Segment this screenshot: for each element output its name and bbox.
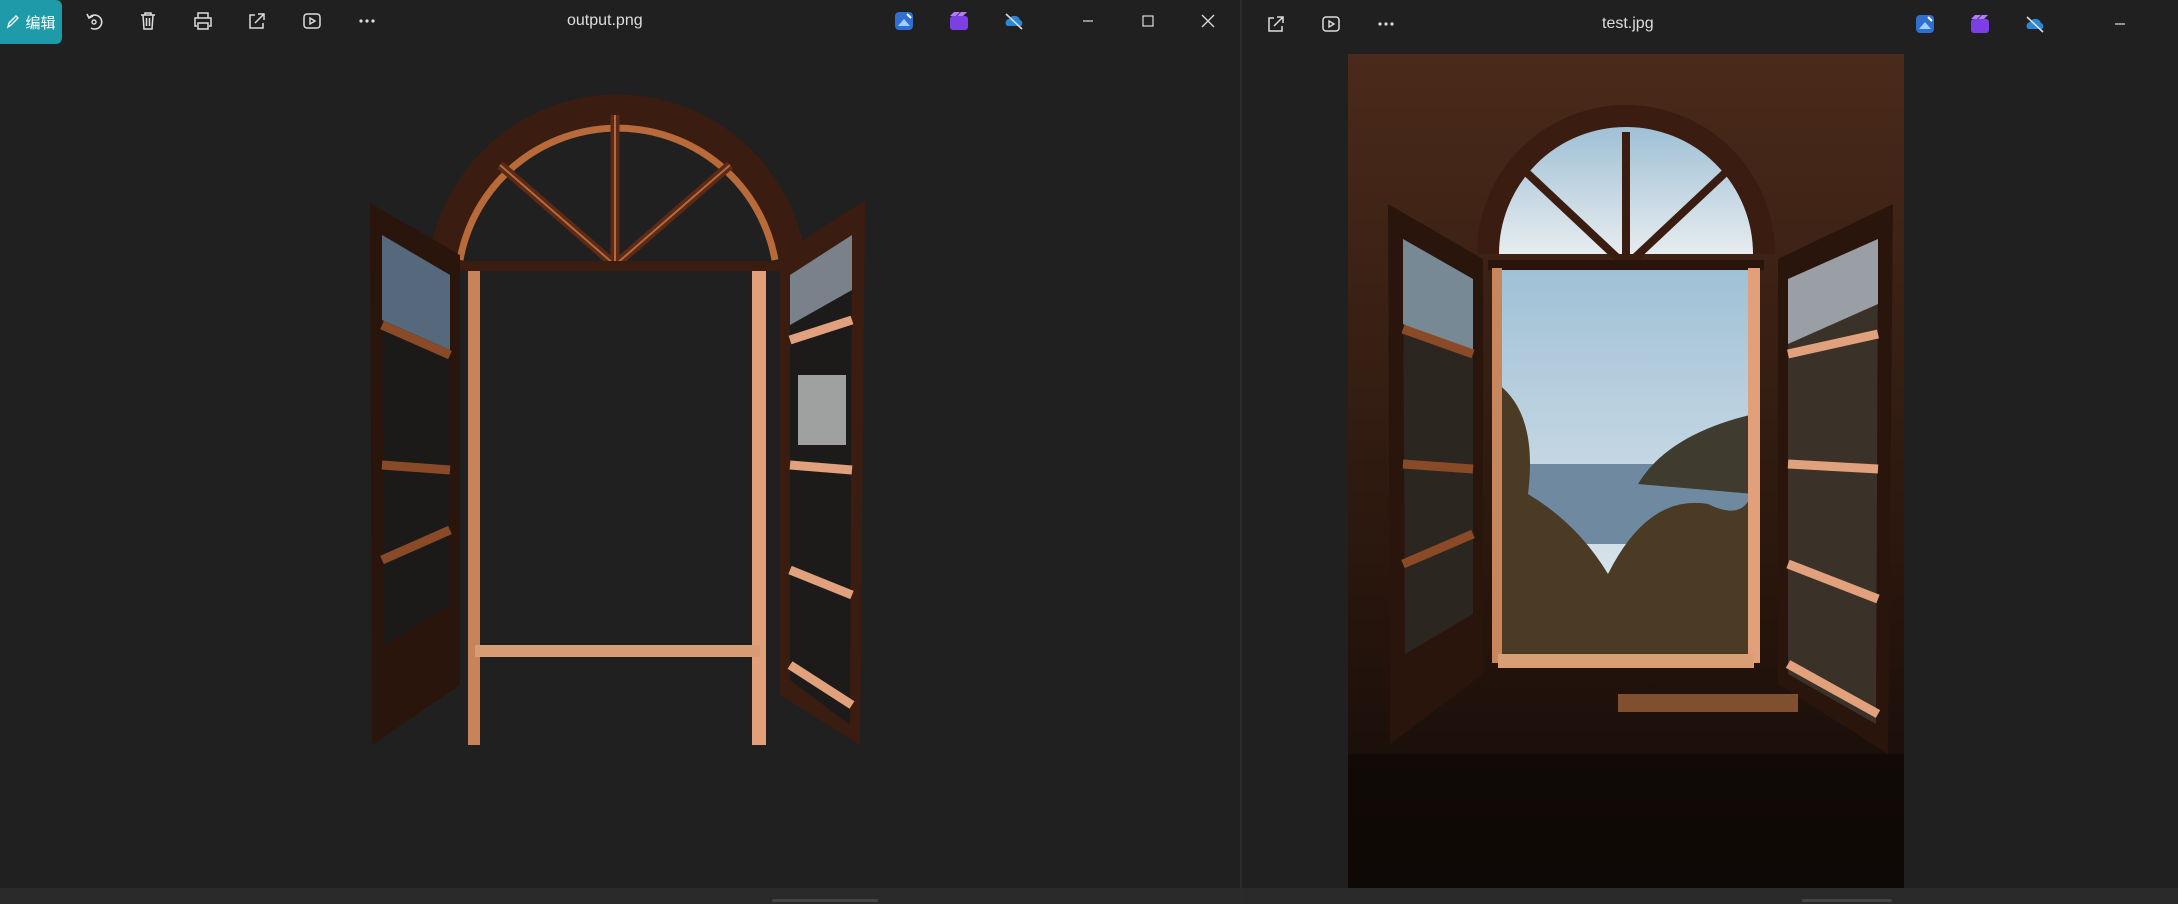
clipchamp-app-button[interactable]	[1965, 9, 1995, 39]
photos-window-test: test.jpg	[1242, 0, 2178, 904]
photo-editor-icon	[895, 12, 913, 30]
toolbar: 编辑 output.png	[0, 0, 1240, 44]
onedrive-app-button[interactable]	[2020, 9, 2050, 39]
rotate-button[interactable]	[76, 3, 112, 39]
print-button[interactable]	[185, 3, 221, 39]
edit-icon	[7, 15, 20, 29]
more-icon	[359, 19, 375, 23]
close-icon	[1201, 14, 1215, 28]
filmstrip-scroll-thumb[interactable]	[772, 899, 878, 902]
share-button[interactable]	[239, 3, 275, 39]
test-image	[1348, 54, 1904, 890]
print-icon	[194, 12, 212, 30]
maximize-icon	[1142, 15, 1154, 27]
minimize-icon	[1083, 20, 1093, 22]
photo-editor-icon	[1916, 15, 1934, 33]
window-photo-graphic	[1348, 54, 1904, 890]
more-button[interactable]	[1368, 6, 1404, 42]
minimize-button[interactable]	[2102, 6, 2138, 42]
maximize-button[interactable]	[1130, 3, 1166, 39]
status-strip	[1242, 888, 2178, 904]
onedrive-app-button[interactable]	[999, 6, 1029, 36]
slideshow-icon	[303, 13, 321, 29]
edit-button-label: 编辑	[25, 14, 56, 32]
clipchamp-icon	[1971, 15, 1989, 33]
clipchamp-app-button[interactable]	[944, 6, 974, 36]
onedrive-off-icon	[1005, 13, 1023, 30]
photos-window-output: 编辑 output.png	[0, 0, 1240, 904]
filmstrip-scroll-thumb[interactable]	[1802, 899, 1892, 902]
share-button[interactable]	[1258, 6, 1294, 42]
share-icon	[1268, 16, 1284, 32]
window-title: output.png	[567, 12, 643, 29]
slideshow-icon	[1322, 16, 1340, 32]
output-image	[360, 85, 880, 745]
share-icon	[249, 13, 265, 29]
rotate-icon	[86, 13, 103, 30]
delete-icon	[141, 12, 155, 30]
photo-editor-app-button[interactable]	[889, 6, 919, 36]
edit-button[interactable]: 编辑	[0, 0, 62, 44]
onedrive-off-icon	[2026, 16, 2044, 33]
slideshow-button[interactable]	[1313, 6, 1349, 42]
delete-button[interactable]	[130, 3, 166, 39]
minimize-icon	[2115, 23, 2125, 25]
clipchamp-icon	[950, 12, 968, 30]
status-strip	[0, 888, 1240, 904]
photo-editor-app-button[interactable]	[1910, 9, 1940, 39]
window-title: test.jpg	[1602, 15, 1654, 32]
more-button[interactable]	[349, 3, 385, 39]
slideshow-button[interactable]	[294, 3, 330, 39]
minimize-button[interactable]	[1070, 3, 1106, 39]
toolbar: test.jpg	[1242, 0, 2178, 44]
more-icon	[1378, 22, 1394, 26]
cutout-window-graphic	[370, 94, 865, 745]
close-button[interactable]	[1190, 3, 1226, 39]
